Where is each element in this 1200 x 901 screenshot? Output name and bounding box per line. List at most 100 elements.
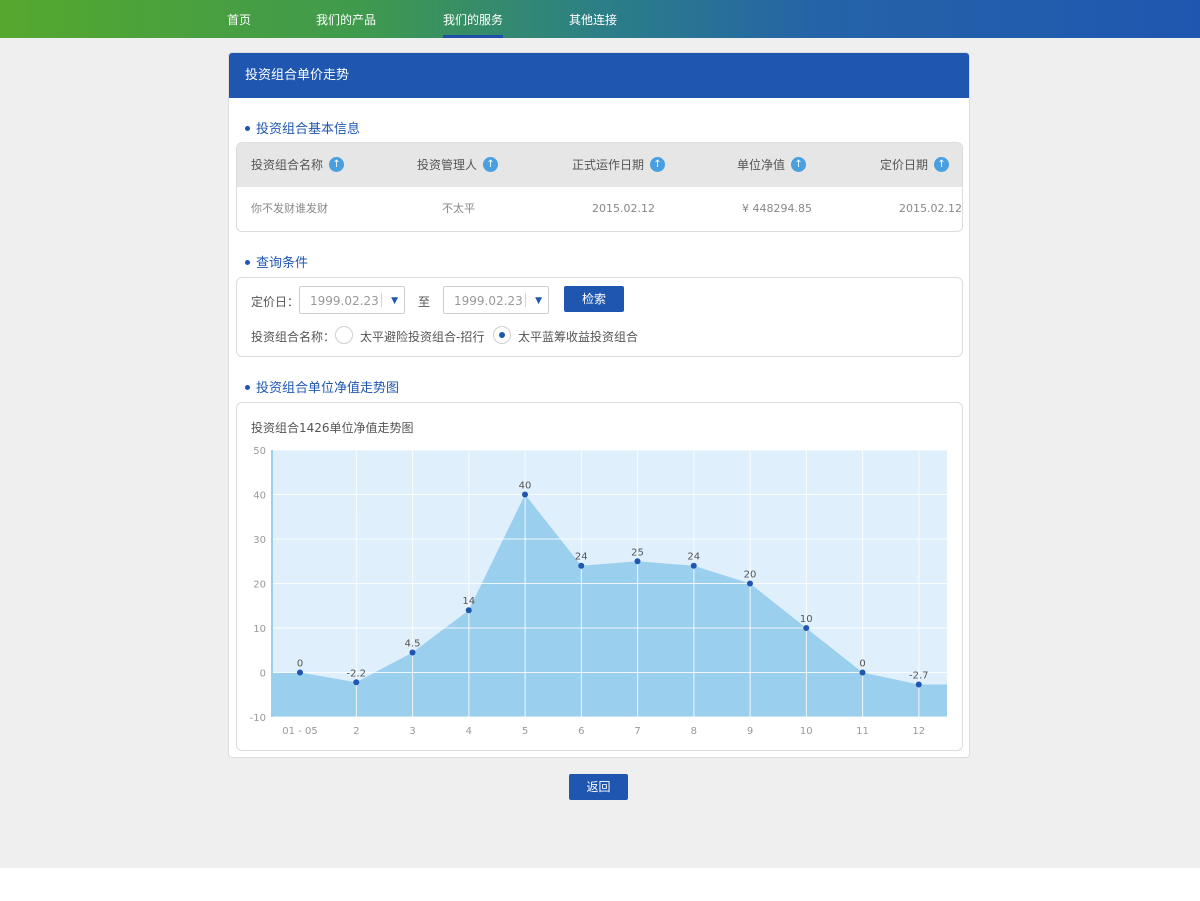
column-label: 正式运作日期 [572, 158, 645, 172]
nav-item-services[interactable]: 我们的服务 [443, 0, 504, 38]
radio-option-1[interactable] [335, 326, 353, 344]
y-tick-label: 20 [253, 580, 266, 591]
trend-chart-panel: 投资组合1426单位净值走势图 -10 0 10 20 30 40 50 01 - 05 2 3 4… [236, 402, 963, 751]
table-header: 投资组合名称 ↑ 投资管理人 ↑ 正式运作日期 ↑ 单位净值 ↑ 定价日期 ↑ [237, 143, 962, 187]
column-header-pricing-date[interactable]: 定价日期 ↑ [880, 143, 950, 187]
arrow-up-circle-icon[interactable]: ↑ [791, 157, 807, 172]
query-panel: 定价日： 1999.02.23 ▼ 至 1999.02.23 ▼ 检索 投资组合… [236, 277, 963, 357]
basic-info-table: 投资组合名称 ↑ 投资管理人 ↑ 正式运作日期 ↑ 单位净值 ↑ 定价日期 ↑ 你不发财谁… [236, 142, 963, 232]
column-label: 投资组合名称 [251, 158, 324, 172]
arrow-up-circle-icon[interactable]: ↑ [329, 157, 345, 172]
data-label: 10 [800, 614, 813, 625]
portfolio-name-label: 投资组合名称： [251, 330, 336, 344]
bullet-dot-icon [245, 385, 250, 390]
bullet-dot-icon [245, 260, 250, 265]
data-label: -2.2 [346, 668, 366, 679]
radio-option-2-label[interactable]: 太平蓝筹收益投资组合 [518, 328, 638, 345]
radio-option-2[interactable] [493, 326, 511, 344]
data-point [690, 562, 697, 569]
data-point [747, 580, 753, 587]
search-button[interactable]: 检索 [564, 286, 624, 312]
date-to-select[interactable]: 1999.02.23 ▼ [443, 286, 549, 314]
cell-pricing-date: 2015.02.12 [899, 202, 962, 215]
y-tick-label: 40 [253, 491, 266, 502]
x-tick-label: 11 [856, 726, 869, 737]
x-tick-label: 7 [634, 726, 640, 737]
data-point [465, 607, 472, 614]
cell-manager: 不太平 [442, 202, 475, 215]
column-header-name[interactable]: 投资组合名称 ↑ [251, 143, 345, 187]
data-label: 25 [631, 547, 644, 558]
cell-unit-nav: ¥ 448294.85 [742, 202, 812, 215]
data-point [297, 669, 303, 676]
data-point [522, 491, 528, 498]
y-tick-label: -10 [250, 713, 266, 724]
x-tick-label: 4 [466, 726, 472, 737]
data-point [634, 558, 641, 565]
y-tick-label: 50 [253, 446, 266, 457]
data-label: 20 [744, 570, 757, 581]
cell-start-date: 2015.02.12 [592, 202, 655, 215]
data-label: 24 [575, 552, 588, 563]
radio-option-1-label[interactable]: 太平避险投资组合-招行 [360, 328, 484, 345]
back-button[interactable]: 返回 [569, 774, 628, 800]
data-label: 0 [297, 659, 303, 670]
table-row: 你不发财谁发财 不太平 2015.02.12 ¥ 448294.85 2015.… [237, 187, 962, 231]
data-point [353, 679, 360, 686]
x-tick-label: 2 [353, 726, 359, 737]
arrow-up-circle-icon[interactable]: ↑ [934, 157, 950, 172]
card-title: 投资组合单价走势 [229, 53, 969, 98]
nav-trend-chart: -10 0 10 20 30 40 50 01 - 05 2 3 4 5 6 7 8 9 10 11 12 0 -2.2… [250, 446, 947, 737]
trend-title-text: 投资组合单位净值走势图 [256, 381, 400, 396]
data-label: 14 [462, 596, 475, 607]
cell-portfolio-name: 你不发财谁发财 [251, 202, 328, 215]
bullet-dot-icon [245, 126, 250, 131]
date-from-value: 1999.02.23 [310, 294, 379, 308]
x-tick-label: 10 [800, 726, 813, 737]
nav-item-home[interactable]: 首页 [227, 0, 251, 38]
data-label: 0 [859, 659, 865, 670]
basic-info-title-text: 投资组合基本信息 [256, 122, 361, 137]
y-tick-label: 10 [253, 624, 266, 635]
x-tick-label: 6 [578, 726, 584, 737]
data-point [578, 562, 585, 569]
basic-info-section-title: 投资组合基本信息 [245, 118, 360, 137]
select-divider [381, 293, 382, 307]
column-header-manager[interactable]: 投资管理人 ↑ [417, 143, 499, 187]
date-from-select[interactable]: 1999.02.23 ▼ [299, 286, 405, 314]
data-point [803, 625, 810, 631]
x-tick-label: 8 [691, 726, 697, 737]
arrow-up-circle-icon[interactable]: ↑ [483, 157, 499, 172]
column-label: 定价日期 [880, 158, 929, 172]
column-label: 投资管理人 [417, 158, 478, 172]
x-tick-label: 12 [912, 726, 925, 737]
x-tick-label: 3 [409, 726, 415, 737]
portfolio-price-trend-card: 投资组合单价走势 投资组合基本信息 投资组合名称 ↑ 投资管理人 ↑ 正式运作日期 ↑… [228, 52, 970, 758]
select-divider [525, 293, 526, 307]
chevron-down-icon[interactable]: ▼ [391, 287, 398, 315]
column-header-start-date[interactable]: 正式运作日期 ↑ [572, 143, 666, 187]
column-header-nav[interactable]: 单位净值 ↑ [737, 143, 807, 187]
x-tick-label: 5 [522, 726, 528, 737]
query-title-text: 查询条件 [256, 256, 309, 271]
trend-section-title: 投资组合单位净值走势图 [245, 377, 399, 396]
data-point [915, 681, 922, 688]
y-tick-label: 0 [260, 669, 266, 680]
date-to-label: 至 [418, 295, 431, 309]
data-label: 40 [519, 481, 532, 492]
x-tick-label: 01 - 05 [282, 726, 317, 737]
data-label: 4.5 [405, 638, 421, 649]
pricing-date-label: 定价日： [251, 295, 300, 309]
y-tick-label: 30 [253, 535, 266, 546]
chevron-down-icon[interactable]: ▼ [535, 287, 542, 315]
query-section-title: 查询条件 [245, 252, 308, 271]
column-label: 单位净值 [737, 158, 786, 172]
arrow-up-circle-icon[interactable]: ↑ [650, 157, 666, 172]
data-point [859, 669, 866, 676]
data-label: 24 [687, 552, 700, 563]
data-label: -2.7 [909, 671, 929, 682]
nav-item-products[interactable]: 我们的产品 [316, 0, 376, 38]
nav-item-other-links[interactable]: 其他连接 [569, 0, 617, 38]
top-navigation-bar: 首页 我们的产品 我们的服务 其他连接 [0, 0, 1200, 38]
x-tick-label: 9 [747, 726, 753, 737]
